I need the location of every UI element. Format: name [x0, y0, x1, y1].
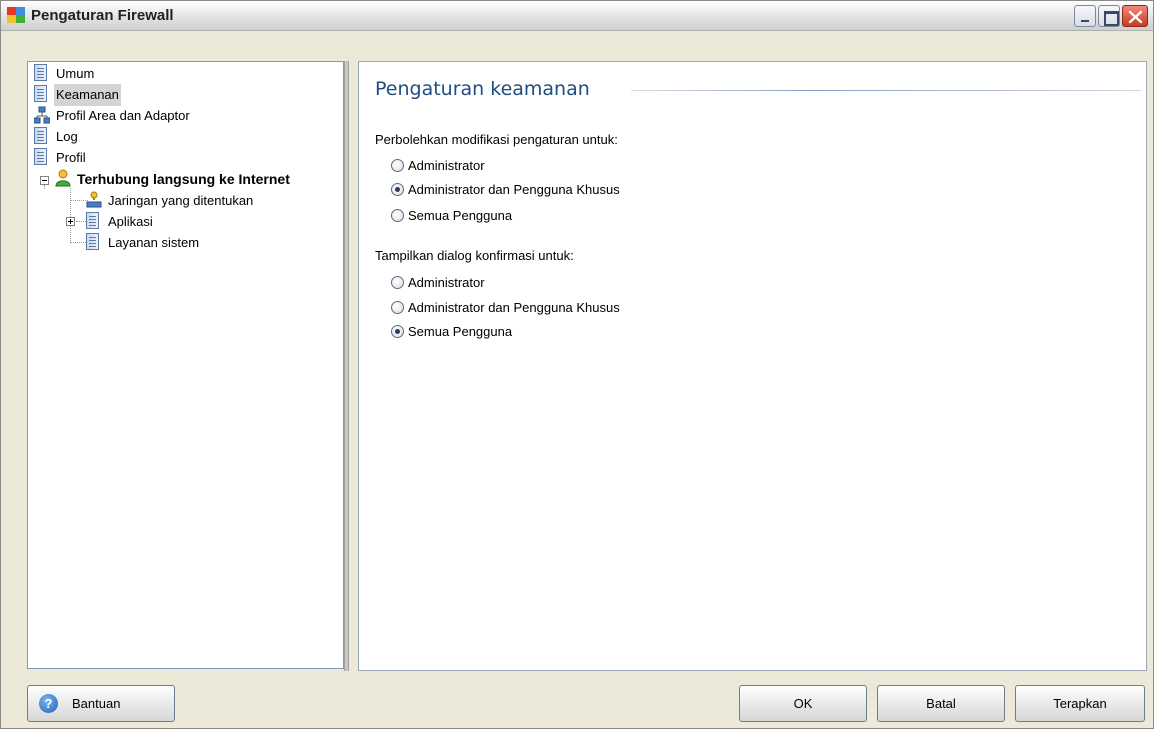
ok-button-label: OK — [793, 696, 813, 711]
radio-label: Semua Pengguna — [408, 208, 513, 223]
document-icon — [34, 148, 47, 165]
firewall-settings-window: Pengaturan Firewall Umum Keamanan Profil… — [0, 0, 1154, 729]
radio-button[interactable] — [391, 159, 404, 172]
close-icon — [1128, 10, 1143, 24]
page-title: Pengaturan keamanan — [375, 78, 590, 100]
tree-item-label: Profil — [56, 150, 86, 165]
radio-label: Administrator — [408, 158, 485, 173]
tree-item-label: Keamanan — [54, 84, 121, 106]
tree-item-label: Aplikasi — [108, 214, 153, 229]
apply-button-label: Terapkan — [1053, 696, 1107, 711]
tree-item-label: Layanan sistem — [108, 235, 200, 250]
radio-label: Semua Pengguna — [408, 324, 513, 339]
tree-item-label: Terhubung langsung ke Internet — [77, 171, 290, 187]
expand-toggle[interactable] — [66, 217, 75, 226]
window-title: Pengaturan Firewall — [31, 7, 174, 24]
document-icon — [34, 127, 47, 144]
cancel-button-label: Batal — [926, 696, 956, 711]
radio-button[interactable] — [391, 276, 404, 289]
ok-button[interactable]: OK — [739, 685, 867, 722]
radio-button[interactable] — [391, 301, 404, 314]
tree-item-label: Umum — [56, 66, 95, 81]
splitter-grip[interactable] — [344, 61, 349, 671]
title-divider — [631, 90, 1141, 91]
settings-tree: Umum Keamanan Profil Area dan Adaptor Lo… — [27, 61, 344, 669]
cancel-button[interactable]: Batal — [877, 685, 1005, 722]
app-logo-icon — [7, 7, 25, 24]
radio-button[interactable] — [391, 183, 404, 196]
document-icon — [86, 233, 99, 250]
network-icon — [86, 191, 102, 208]
document-icon — [34, 85, 47, 102]
radio-button[interactable] — [391, 209, 404, 222]
document-icon — [34, 64, 47, 81]
help-button[interactable]: ? Bantuan — [27, 685, 175, 722]
document-icon — [86, 212, 99, 229]
title-bar[interactable]: Pengaturan Firewall — [1, 1, 1153, 31]
tree-item-label: Profil Area dan Adaptor — [56, 108, 190, 123]
network-icon — [34, 106, 50, 124]
radio-label: Administrator dan Pengguna Khusus — [408, 182, 620, 197]
minimize-button[interactable] — [1074, 5, 1096, 27]
user-icon — [55, 169, 71, 187]
help-button-label: Bantuan — [72, 696, 121, 711]
radio-button[interactable] — [391, 325, 404, 338]
confirm-dialog-label: Tampilkan dialog konfirmasi untuk: — [375, 248, 574, 263]
tree-item-label: Log — [56, 129, 78, 144]
help-icon: ? — [39, 694, 58, 713]
tree-item-label: Jaringan yang ditentukan — [108, 193, 254, 208]
apply-button[interactable]: Terapkan — [1015, 685, 1145, 722]
panel-splitter[interactable] — [344, 61, 358, 671]
maximize-button[interactable] — [1098, 5, 1120, 27]
radio-label: Administrator — [408, 275, 485, 290]
modify-settings-label: Perbolehkan modifikasi pengaturan untuk: — [375, 132, 618, 147]
close-button[interactable] — [1122, 5, 1148, 27]
content-panel: Pengaturan keamanan Perbolehkan modifika… — [358, 61, 1147, 671]
collapse-toggle[interactable] — [40, 176, 49, 185]
radio-label: Administrator dan Pengguna Khusus — [408, 300, 620, 315]
